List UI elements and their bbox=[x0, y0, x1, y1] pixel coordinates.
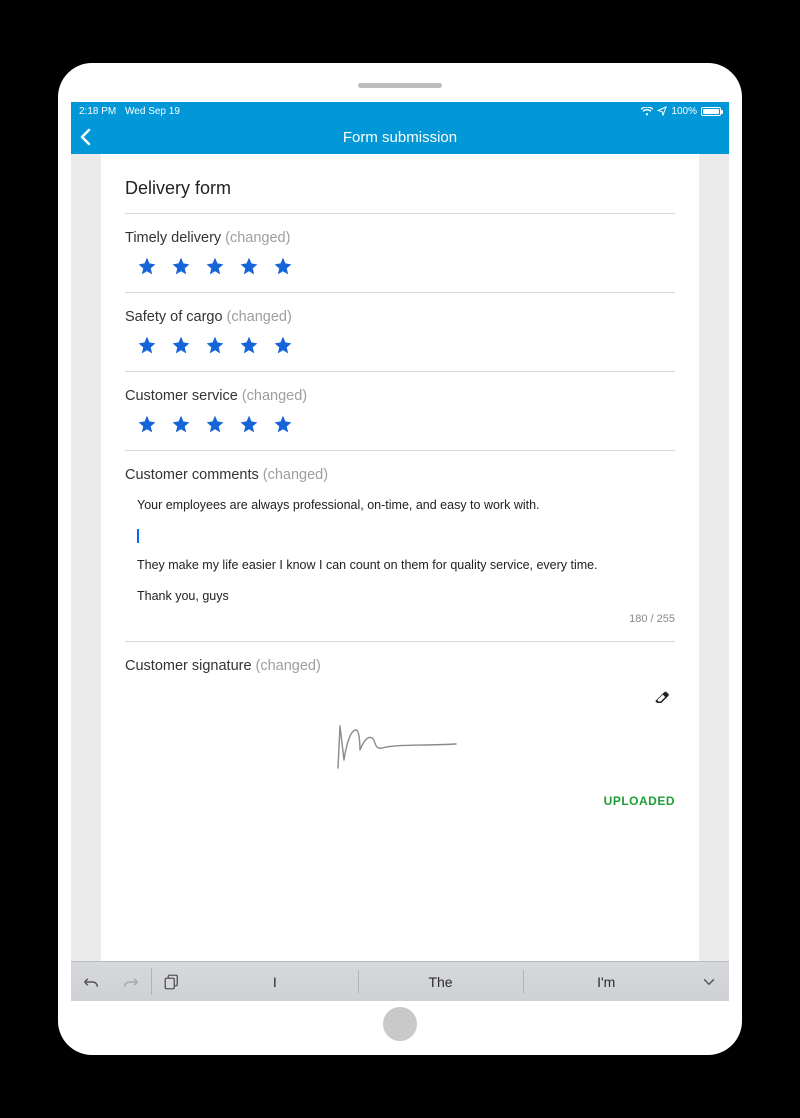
star-rating-service[interactable] bbox=[125, 414, 675, 434]
nav-bar: Form submission bbox=[71, 120, 729, 154]
suggestion[interactable]: The bbox=[358, 962, 524, 1001]
text-cursor bbox=[137, 529, 139, 543]
label-text: Safety of cargo bbox=[125, 309, 223, 325]
status-date: Wed Sep 19 bbox=[125, 106, 180, 117]
keyboard-suggestions: I The I'm bbox=[192, 962, 689, 1001]
star-rating-timely[interactable] bbox=[125, 256, 675, 276]
tablet-frame: 2:18 PM Wed Sep 19 100% Form submission bbox=[58, 63, 742, 1055]
wifi-icon bbox=[641, 107, 653, 116]
screen: 2:18 PM Wed Sep 19 100% Form submission bbox=[71, 102, 729, 1001]
redo-button[interactable] bbox=[111, 962, 151, 1001]
star-icon[interactable] bbox=[205, 414, 225, 434]
comments-textarea[interactable]: Your employees are always professional, … bbox=[125, 493, 675, 613]
changed-tag: (changed) bbox=[256, 658, 321, 674]
changed-tag: (changed) bbox=[225, 230, 290, 246]
undo-button[interactable] bbox=[71, 962, 111, 1001]
eraser-button[interactable] bbox=[653, 688, 671, 706]
star-icon[interactable] bbox=[239, 414, 259, 434]
clipboard-button[interactable] bbox=[152, 962, 192, 1001]
char-counter: 180 / 255 bbox=[125, 613, 675, 625]
field-label: Customer service (changed) bbox=[125, 388, 675, 404]
field-timely-delivery: Timely delivery (changed) bbox=[125, 214, 675, 292]
star-icon[interactable] bbox=[239, 335, 259, 355]
speaker-grille bbox=[358, 83, 442, 88]
field-label: Customer comments (changed) bbox=[125, 467, 675, 483]
changed-tag: (changed) bbox=[227, 309, 292, 325]
page-title: Form submission bbox=[343, 129, 457, 146]
back-button[interactable] bbox=[79, 120, 93, 154]
hide-keyboard-button[interactable] bbox=[689, 962, 729, 1001]
comment-line: Your employees are always professional, … bbox=[137, 497, 667, 515]
home-button[interactable] bbox=[383, 1007, 417, 1041]
signature-drawing bbox=[330, 720, 470, 775]
battery-percent: 100% bbox=[671, 106, 697, 117]
changed-tag: (changed) bbox=[263, 467, 328, 483]
battery-icon bbox=[701, 107, 721, 116]
star-icon[interactable] bbox=[239, 256, 259, 276]
field-label: Timely delivery (changed) bbox=[125, 230, 675, 246]
form-title: Delivery form bbox=[125, 178, 675, 199]
label-text: Timely delivery bbox=[125, 230, 221, 246]
field-label: Customer signature (changed) bbox=[125, 658, 675, 674]
label-text: Customer service bbox=[125, 388, 238, 404]
star-rating-safety[interactable] bbox=[125, 335, 675, 355]
comment-line: They make my life easier I know I can co… bbox=[137, 557, 667, 575]
field-safety-of-cargo: Safety of cargo (changed) bbox=[125, 293, 675, 371]
field-label: Safety of cargo (changed) bbox=[125, 309, 675, 325]
status-time: 2:18 PM bbox=[79, 106, 116, 117]
comment-line: Thank you, guys bbox=[137, 588, 667, 606]
suggestion[interactable]: I bbox=[192, 962, 358, 1001]
star-icon[interactable] bbox=[273, 414, 293, 434]
location-icon bbox=[657, 106, 667, 116]
status-bar: 2:18 PM Wed Sep 19 100% bbox=[71, 102, 729, 120]
field-customer-comments: Customer comments (changed) Your employe… bbox=[125, 451, 675, 641]
star-icon[interactable] bbox=[137, 256, 157, 276]
content-area: Delivery form Timely delivery (changed) bbox=[71, 154, 729, 1001]
star-icon[interactable] bbox=[137, 335, 157, 355]
star-icon[interactable] bbox=[171, 414, 191, 434]
star-icon[interactable] bbox=[171, 335, 191, 355]
label-text: Customer signature bbox=[125, 658, 252, 674]
star-icon[interactable] bbox=[273, 256, 293, 276]
suggestion[interactable]: I'm bbox=[523, 962, 689, 1001]
status-right: 100% bbox=[641, 106, 721, 117]
upload-status: UPLOADED bbox=[125, 794, 675, 808]
star-icon[interactable] bbox=[205, 335, 225, 355]
star-icon[interactable] bbox=[273, 335, 293, 355]
star-icon[interactable] bbox=[137, 414, 157, 434]
changed-tag: (changed) bbox=[242, 388, 307, 404]
signature-pad[interactable] bbox=[125, 684, 675, 794]
status-left: 2:18 PM Wed Sep 19 bbox=[79, 106, 186, 117]
keyboard-accessory-bar: I The I'm bbox=[71, 961, 729, 1001]
star-icon[interactable] bbox=[171, 256, 191, 276]
label-text: Customer comments bbox=[125, 467, 259, 483]
field-customer-service: Customer service (changed) bbox=[125, 372, 675, 450]
field-customer-signature: Customer signature (changed) UP bbox=[125, 642, 675, 812]
star-icon[interactable] bbox=[205, 256, 225, 276]
form-sheet: Delivery form Timely delivery (changed) bbox=[101, 154, 699, 961]
